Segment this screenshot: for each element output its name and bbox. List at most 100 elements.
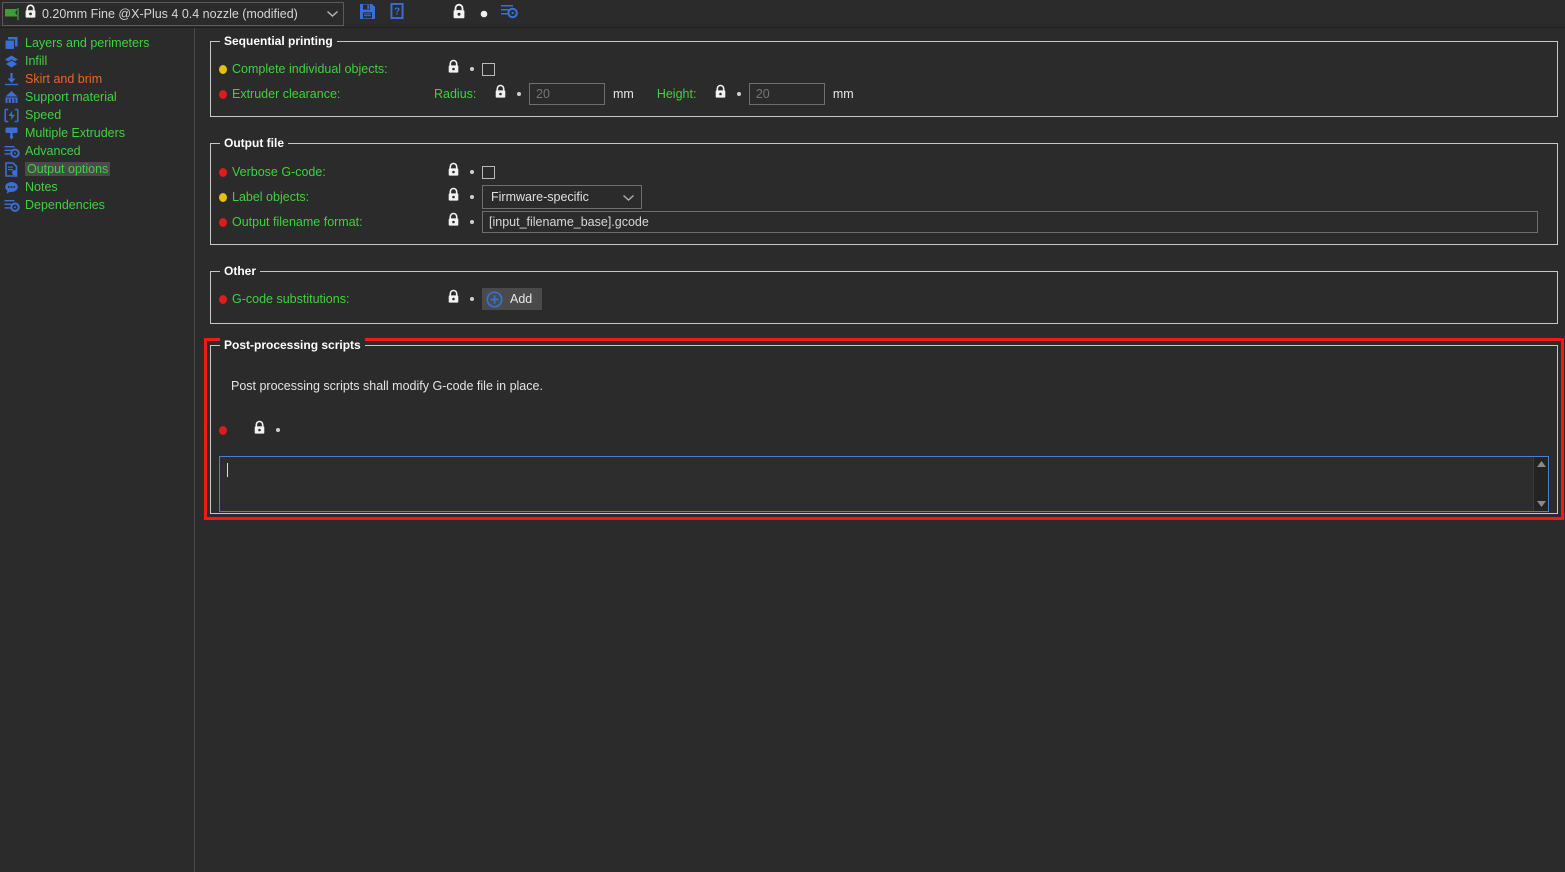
lock-and-revert-controls (447, 162, 482, 182)
sidebar-item-label: Speed (25, 108, 62, 122)
sidebar-item-layers-and-perimeters[interactable]: Layers and perimeters (0, 34, 194, 52)
sidebar-item-output-options[interactable]: Output options (0, 160, 194, 178)
extruder-clearance-radius-input[interactable] (529, 83, 605, 105)
system-value-bullet-icon (219, 89, 227, 99)
chevron-down-icon[interactable] (323, 3, 341, 25)
lock-closed-icon (452, 3, 466, 25)
label-objects-value: Firmware-specific (491, 190, 589, 204)
sidebar-item-label: Infill (25, 54, 48, 68)
sidebar-item-notes[interactable]: Notes (0, 178, 194, 196)
revert-dot-wrap (266, 428, 288, 432)
revert-dot-icon[interactable] (470, 67, 474, 71)
text-cursor (227, 463, 228, 477)
profile-selector-combobox[interactable]: 0.20mm Fine @X-Plus 4 0.4 nozzle (modifi… (2, 1, 344, 26)
skirt-brim-icon (3, 71, 20, 87)
revert-dot-icon[interactable] (470, 297, 474, 301)
support-material-icon (3, 89, 20, 105)
sidebar-item-label: Notes (25, 180, 58, 194)
output-filename-format-input[interactable] (482, 211, 1538, 233)
script-text-area[interactable] (220, 457, 1533, 511)
revert-dot-icon[interactable] (470, 195, 474, 199)
revert-dot-icon[interactable] (470, 170, 474, 174)
lock-closed-icon[interactable] (447, 162, 460, 182)
scroll-up-arrow-icon[interactable] (1536, 460, 1547, 468)
scroll-down-arrow-icon[interactable] (1536, 500, 1547, 508)
lock-toggle-button[interactable] (444, 1, 474, 27)
sidebar-item-label: Dependencies (25, 198, 105, 212)
post-processing-script-editor[interactable] (219, 456, 1549, 512)
complete-individual-objects-checkbox[interactable] (482, 62, 495, 76)
settings-main-panel: Sequential printing Complete individual … (196, 28, 1565, 872)
svg-text:?: ? (394, 6, 400, 17)
lock-closed-icon[interactable] (714, 84, 727, 104)
sidebar-item-multiple-extruders[interactable]: Multiple Extruders (0, 124, 194, 142)
lock-closed-icon[interactable] (447, 212, 460, 232)
height-label: Height: (656, 87, 697, 101)
verbose-gcode-checkbox[interactable] (482, 165, 495, 179)
lock-closed-icon (24, 4, 37, 24)
infill-icon (3, 53, 20, 69)
advanced-gear-icon (3, 143, 20, 159)
height-unit-label: mm (832, 87, 854, 101)
script-editor-scrollbar[interactable] (1533, 457, 1548, 511)
group-title: Other (220, 264, 261, 278)
sidebar-item-label: Layers and perimeters (25, 36, 150, 50)
sidebar-item-support-material[interactable]: Support material (0, 88, 194, 106)
detach-profile-button[interactable]: ? (382, 1, 412, 27)
add-button-label: Add (510, 292, 533, 306)
sidebar-item-dependencies[interactable]: Dependencies (0, 196, 194, 214)
system-value-bullet-icon (219, 217, 227, 227)
speed-icon (3, 107, 20, 123)
output-filename-format-row: Output filename format: (219, 211, 1538, 233)
extruder-clearance-height-input[interactable] (748, 83, 825, 105)
gcode-substitutions-label: G-code substitutions: (219, 292, 447, 306)
modified-bullet-icon (219, 64, 227, 74)
expert-mode-button[interactable] (494, 1, 524, 27)
lock-closed-icon[interactable] (447, 59, 460, 79)
add-substitution-button[interactable]: Add (482, 288, 543, 310)
extruder-clearance-label: Extruder clearance: (219, 87, 434, 101)
green-flag-icon (5, 7, 21, 21)
lock-closed-icon[interactable] (447, 289, 460, 309)
lock-closed-icon[interactable] (447, 187, 460, 207)
revert-dot-icon[interactable] (470, 220, 474, 224)
sidebar-item-infill[interactable]: Infill (0, 52, 194, 70)
sidebar-item-label: Advanced (25, 144, 81, 158)
group-title: Post-processing scripts (220, 338, 365, 352)
notes-bubble-icon (3, 179, 20, 195)
save-profile-button[interactable] (352, 1, 382, 27)
output-options-icon (3, 161, 20, 177)
sequential-printing-group: Sequential printing Complete individual … (210, 34, 1558, 117)
lock-and-revert-controls (447, 187, 482, 207)
question-document-icon: ? (389, 2, 405, 25)
dot-icon (480, 5, 488, 23)
gear-sliders-icon (500, 3, 518, 24)
lock-closed-icon[interactable] (494, 84, 507, 104)
modified-bullet-icon (219, 192, 227, 202)
plus-circle-icon (486, 290, 503, 308)
lock-and-revert-controls (447, 212, 482, 232)
revert-dot-icon[interactable] (517, 92, 521, 96)
layers-icon (3, 35, 20, 51)
complete-individual-objects-label: Complete individual objects: (219, 62, 447, 76)
lock-and-revert-controls (447, 59, 482, 79)
top-toolbar: 0.20mm Fine @X-Plus 4 0.4 nozzle (modifi… (0, 0, 1565, 28)
system-value-bullet-icon (219, 167, 227, 177)
lock-closed-icon[interactable] (253, 420, 266, 440)
revert-dot-button[interactable] (474, 1, 494, 27)
sidebar-item-skirt-and-brim[interactable]: Skirt and brim (0, 70, 194, 88)
revert-dot-icon[interactable] (276, 428, 280, 432)
sidebar-item-speed[interactable]: Speed (0, 106, 194, 124)
sidebar-item-advanced[interactable]: Advanced (0, 142, 194, 160)
group-title: Output file (220, 136, 288, 150)
gcode-substitutions-row: G-code substitutions: Add (219, 288, 543, 310)
sidebar-item-label: Multiple Extruders (25, 126, 126, 140)
revert-dot-icon[interactable] (736, 92, 741, 96)
other-group: Other G-code substitutions: Add (210, 264, 1558, 324)
settings-sidebar: Layers and perimeters Infill Skirt and b… (0, 28, 195, 872)
radius-unit-label: mm (613, 87, 634, 101)
floppy-disk-icon (359, 3, 376, 25)
label-objects-select[interactable]: Firmware-specific (482, 185, 642, 209)
system-value-bullet-icon (219, 425, 227, 435)
radius-lock-controls (494, 84, 529, 104)
